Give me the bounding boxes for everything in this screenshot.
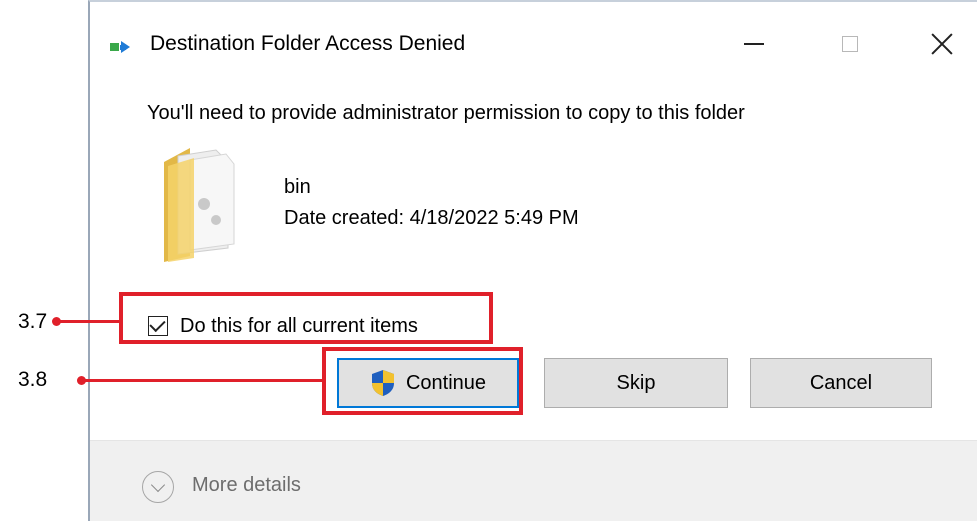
folder-icon: [164, 148, 235, 262]
cancel-label: Cancel: [809, 371, 873, 394]
step-label-3-8: 3.8: [18, 368, 48, 391]
minimize-button[interactable]: [724, 22, 784, 66]
cancel-button[interactable]: Cancel: [750, 358, 932, 408]
chevron-down-icon: [150, 477, 166, 492]
skip-label: Skip: [616, 371, 656, 394]
close-button[interactable]: [912, 22, 972, 66]
window-title: Destination Folder Access Denied: [150, 32, 466, 55]
checkbox-highlight: [119, 292, 493, 344]
permission-message: You'll need to provide administrator per…: [147, 102, 745, 124]
callout-line: [55, 320, 119, 323]
close-icon: [931, 33, 953, 55]
expand-details-button[interactable]: [142, 471, 174, 503]
callout-line: [80, 379, 322, 382]
access-denied-dialog: Destination Folder Access Denied You'll …: [88, 0, 977, 521]
continue-highlight: [322, 347, 523, 415]
dialog-footer: More details: [90, 440, 977, 521]
maximize-icon: [842, 36, 858, 52]
title-bar: Destination Folder Access Denied: [90, 2, 977, 80]
move-file-icon: [110, 41, 130, 53]
step-label-3-7: 3.7: [18, 310, 48, 333]
file-name: bin: [284, 176, 311, 198]
skip-button[interactable]: Skip: [544, 358, 728, 408]
file-date-created: Date created: 4/18/2022 5:49 PM: [284, 207, 579, 229]
minimize-icon: [744, 43, 764, 45]
more-details-link[interactable]: More details: [192, 474, 301, 497]
maximize-button[interactable]: [820, 22, 880, 66]
